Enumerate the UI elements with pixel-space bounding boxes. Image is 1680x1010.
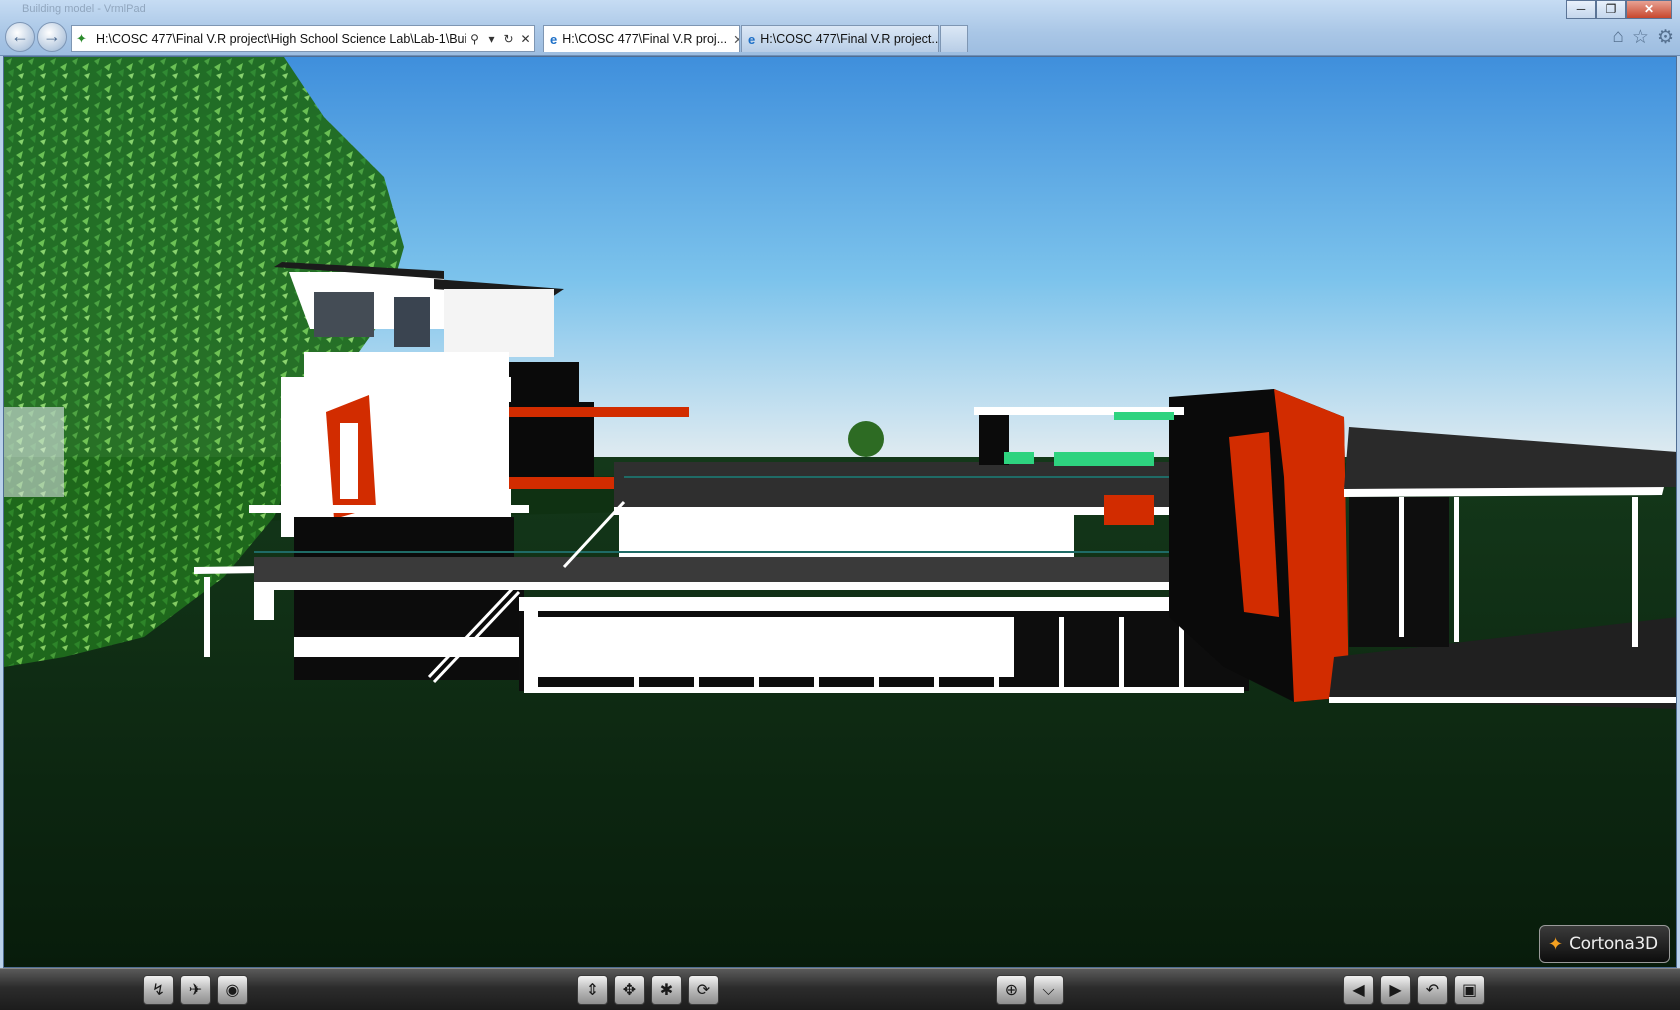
cortona-star-icon: ✦ xyxy=(1548,933,1564,954)
viewpoints-group: ◀ ▶ ↶ ▣ xyxy=(1343,975,1485,1005)
previous-viewpoint-icon[interactable]: ◀ xyxy=(1343,975,1374,1005)
plan-icon[interactable]: ⇕ xyxy=(577,975,608,1005)
new-tab-button[interactable] xyxy=(940,25,968,52)
ie-page-icon: e xyxy=(550,31,558,47)
player-toolbar: ↯ ✈ ◉ ⇕ ✥ ✱ ⟳ ⊕ ⌵ ◀ ▶ ↶ ▣ xyxy=(0,968,1680,1010)
tab-inactive[interactable]: e H:\COSC 477\Final V.R project... xyxy=(741,25,939,52)
search-icon[interactable]: ⚲ xyxy=(466,32,483,46)
view-group: ⊕ ⌵ xyxy=(996,975,1064,1005)
settings-gear-icon[interactable]: ⚙ xyxy=(1657,26,1674,49)
turn-icon[interactable]: ✱ xyxy=(651,975,682,1005)
restore-button[interactable]: ❐ xyxy=(1596,0,1626,19)
vrml-3d-viewport[interactable]: ✦ Cortona3D xyxy=(3,56,1677,968)
cortona-logo-text: Cortona3D xyxy=(1569,934,1658,954)
goto-icon[interactable]: ⊕ xyxy=(996,975,1027,1005)
close-window-button[interactable]: ✕ xyxy=(1626,0,1672,19)
minimize-button[interactable]: ─ xyxy=(1566,0,1596,19)
stop-icon[interactable]: ✕ xyxy=(517,32,534,46)
roll-icon[interactable]: ⟳ xyxy=(688,975,719,1005)
walk-icon[interactable]: ↯ xyxy=(143,975,174,1005)
window-title: Building model - VrmlPad xyxy=(22,3,146,15)
address-url[interactable]: H:\COSC 477\Final V.R project\High Schoo… xyxy=(96,32,466,46)
window-caption-buttons: ─ ❐ ✕ xyxy=(1566,0,1672,19)
page-favicon-icon: ✦ xyxy=(76,30,87,46)
tab-active[interactable]: e H:\COSC 477\Final V.R proj... ✕ xyxy=(543,25,740,52)
browser-window: Building model - VrmlPad ─ ❐ ✕ ← → ✦ H:\… xyxy=(0,0,1680,1010)
dropdown-icon[interactable]: ▾ xyxy=(483,32,500,46)
navigation-mode-group: ↯ ✈ ◉ xyxy=(143,975,248,1005)
cortona3d-logo: ✦ Cortona3D xyxy=(1539,925,1670,963)
restore-icon[interactable]: ↶ xyxy=(1417,975,1448,1005)
next-viewpoint-icon[interactable]: ▶ xyxy=(1380,975,1411,1005)
fit-icon[interactable]: ▣ xyxy=(1454,975,1485,1005)
pan-icon[interactable]: ✥ xyxy=(614,975,645,1005)
movement-group: ⇕ ✥ ✱ ⟳ xyxy=(577,975,719,1005)
study-icon[interactable]: ◉ xyxy=(217,975,248,1005)
ie-page-icon: e xyxy=(748,31,756,47)
refresh-icon[interactable]: ↻ xyxy=(500,32,517,46)
home-icon[interactable]: ⌂ xyxy=(1612,26,1623,49)
address-bar[interactable]: ✦ H:\COSC 477\Final V.R project\High Sch… xyxy=(71,25,535,52)
scene-render[interactable] xyxy=(4,57,1677,968)
forward-arrow-icon[interactable]: → xyxy=(37,22,67,52)
tab-label: H:\COSC 477\Final V.R project... xyxy=(760,32,939,46)
favorites-star-icon[interactable]: ☆ xyxy=(1632,26,1649,49)
building-lower-glass-level xyxy=(519,597,1254,693)
close-tab-icon[interactable]: ✕ xyxy=(727,32,739,47)
back-arrow-icon[interactable]: ← xyxy=(5,22,35,52)
align-icon[interactable]: ⌵ xyxy=(1033,975,1064,1005)
browser-tools: ⌂ ☆ ⚙ xyxy=(1612,26,1674,49)
title-bar: Building model - VrmlPad ─ ❐ ✕ ← → ✦ H:\… xyxy=(0,0,1680,56)
tab-label: H:\COSC 477\Final V.R proj... xyxy=(562,32,728,46)
fly-icon[interactable]: ✈ xyxy=(180,975,211,1005)
